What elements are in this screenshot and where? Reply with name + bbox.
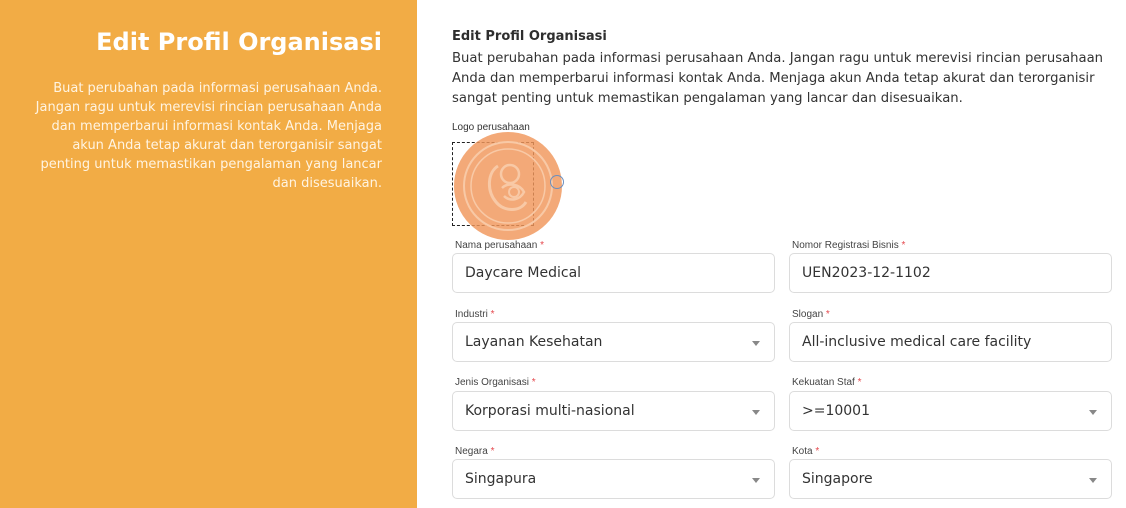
chevron-down-icon [1089,478,1097,483]
edit-profile-form: Edit Profil Organisasi Buat perubahan pa… [452,0,1112,508]
sidebar-description: Buat perubahan pada informasi perusahaan… [35,81,382,191]
sidebar-panel: Edit Profil Organisasi Buat perubahan pa… [0,0,417,508]
form-description: Buat perubahan pada informasi perusahaan… [452,51,1104,106]
chevron-down-icon [752,341,760,346]
org-type-label: Jenis Organisasi * [455,377,536,388]
form-title: Edit Profil Organisasi [452,29,607,44]
company-name-input[interactable]: Daycare Medical [452,253,775,293]
country-label: Negara * [455,446,495,457]
company-name-label: Nama perusahaan * [455,240,544,251]
mother-baby-logo-icon[interactable] [454,132,562,240]
slogan-label: Slogan * [792,309,830,320]
org-type-select[interactable]: Korporasi multi-nasional [452,391,775,431]
business-reg-input[interactable]: UEN2023-12-1102 [789,253,1112,293]
business-reg-label: Nomor Registrasi Bisnis * [792,240,906,251]
country-select[interactable]: Singapura [452,459,775,499]
staff-strength-label: Kekuatan Staf * [792,377,862,388]
city-select[interactable]: Singapore [789,459,1112,499]
chevron-down-icon [1089,410,1097,415]
staff-strength-select[interactable]: >=10001 [789,391,1112,431]
chevron-down-icon [752,410,760,415]
industry-label: Industri * [455,309,495,320]
city-label: Kota * [792,446,820,457]
sidebar-title: Edit Profil Organisasi [96,28,382,56]
slogan-input[interactable]: All-inclusive medical care facility [789,322,1112,362]
chevron-down-icon [752,478,760,483]
edit-circle-icon[interactable] [550,175,564,189]
industry-select[interactable]: Layanan Kesehatan [452,322,775,362]
